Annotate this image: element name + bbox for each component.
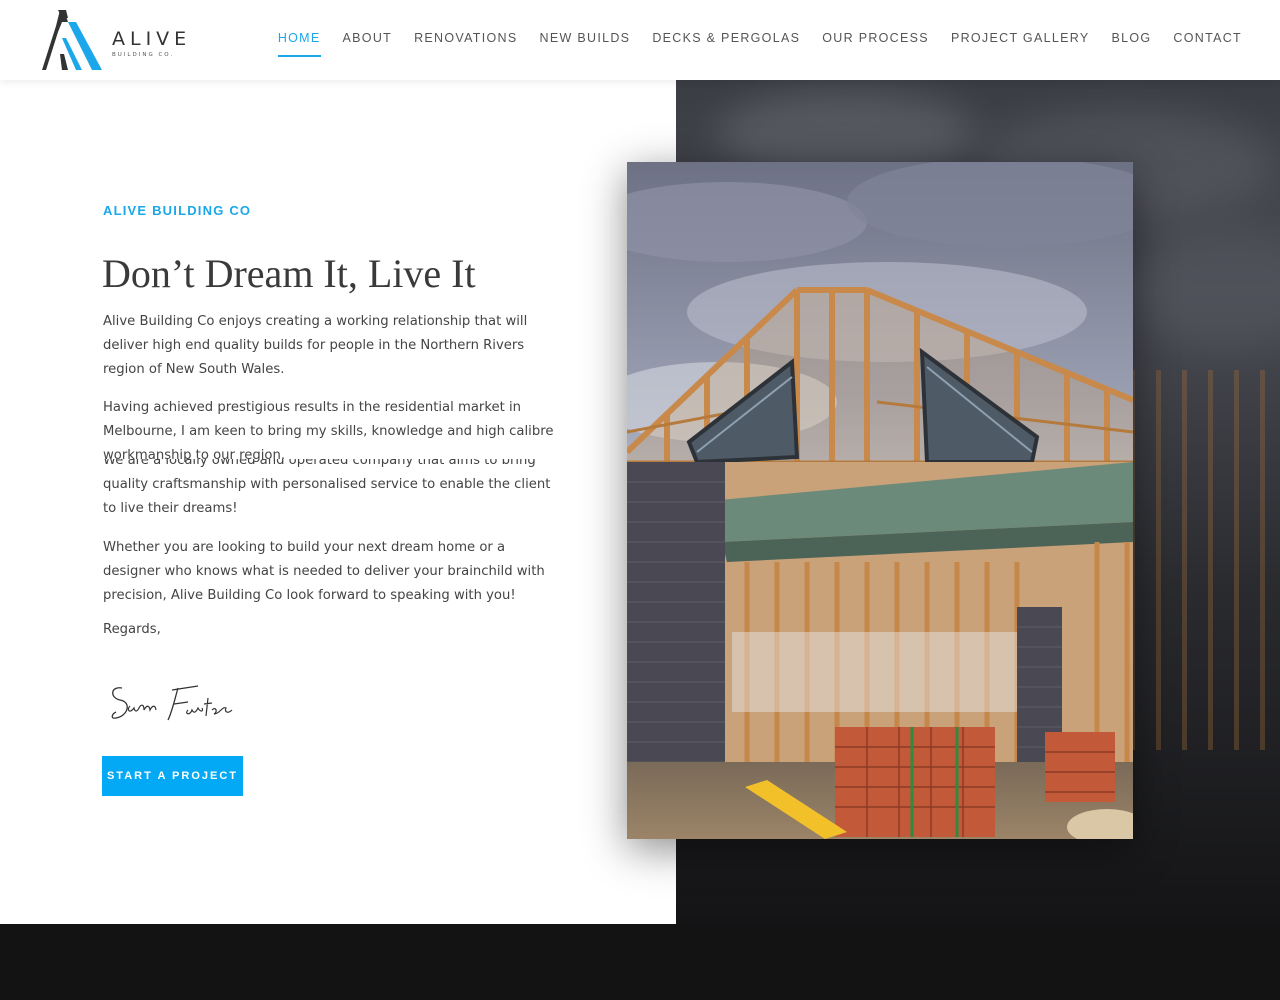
nav-contact[interactable]: CONTACT xyxy=(1162,31,1253,45)
nav-home[interactable]: HOME xyxy=(267,31,332,57)
closing-paragraph: Whether you are looking to build your ne… xyxy=(103,540,545,603)
signature-image xyxy=(108,676,238,728)
experience-paragraph: Having achieved prestigious results in t… xyxy=(103,400,554,463)
company-paragraph: We are a locally owned and operated comp… xyxy=(103,453,551,516)
start-project-button[interactable]: START A PROJECT xyxy=(102,756,243,796)
nav-our-process[interactable]: OUR PROCESS xyxy=(811,31,940,45)
nav-decks-pergolas[interactable]: DECKS & PERGOLAS xyxy=(641,31,811,45)
hero-headline: Don’t Dream It, Live It xyxy=(102,251,476,296)
hero-eyebrow: ALIVE BUILDING CO xyxy=(103,203,252,218)
site-logo[interactable]: ALIVE BUILDING CO. xyxy=(32,8,192,72)
regards-text: Regards, xyxy=(103,622,161,637)
nav-blog[interactable]: BLOG xyxy=(1100,31,1162,45)
nav-new-builds[interactable]: NEW BUILDS xyxy=(529,31,642,45)
site-header: ALIVE BUILDING CO. HOME ABOUT RENOVATION… xyxy=(0,0,1280,80)
construction-photo xyxy=(627,162,1133,839)
nav-about[interactable]: ABOUT xyxy=(332,31,404,45)
intro-paragraph: Alive Building Co enjoys creating a work… xyxy=(103,314,528,377)
logo-subtitle: BUILDING CO. xyxy=(112,52,175,58)
main-nav: HOME ABOUT RENOVATIONS NEW BUILDS DECKS … xyxy=(267,31,1253,57)
nav-renovations[interactable]: RENOVATIONS xyxy=(403,31,528,45)
footer-bar xyxy=(0,924,1280,1000)
logo-mark-icon xyxy=(34,10,102,70)
nav-project-gallery[interactable]: PROJECT GALLERY xyxy=(940,31,1101,45)
logo-wordmark: ALIVE xyxy=(112,28,192,50)
